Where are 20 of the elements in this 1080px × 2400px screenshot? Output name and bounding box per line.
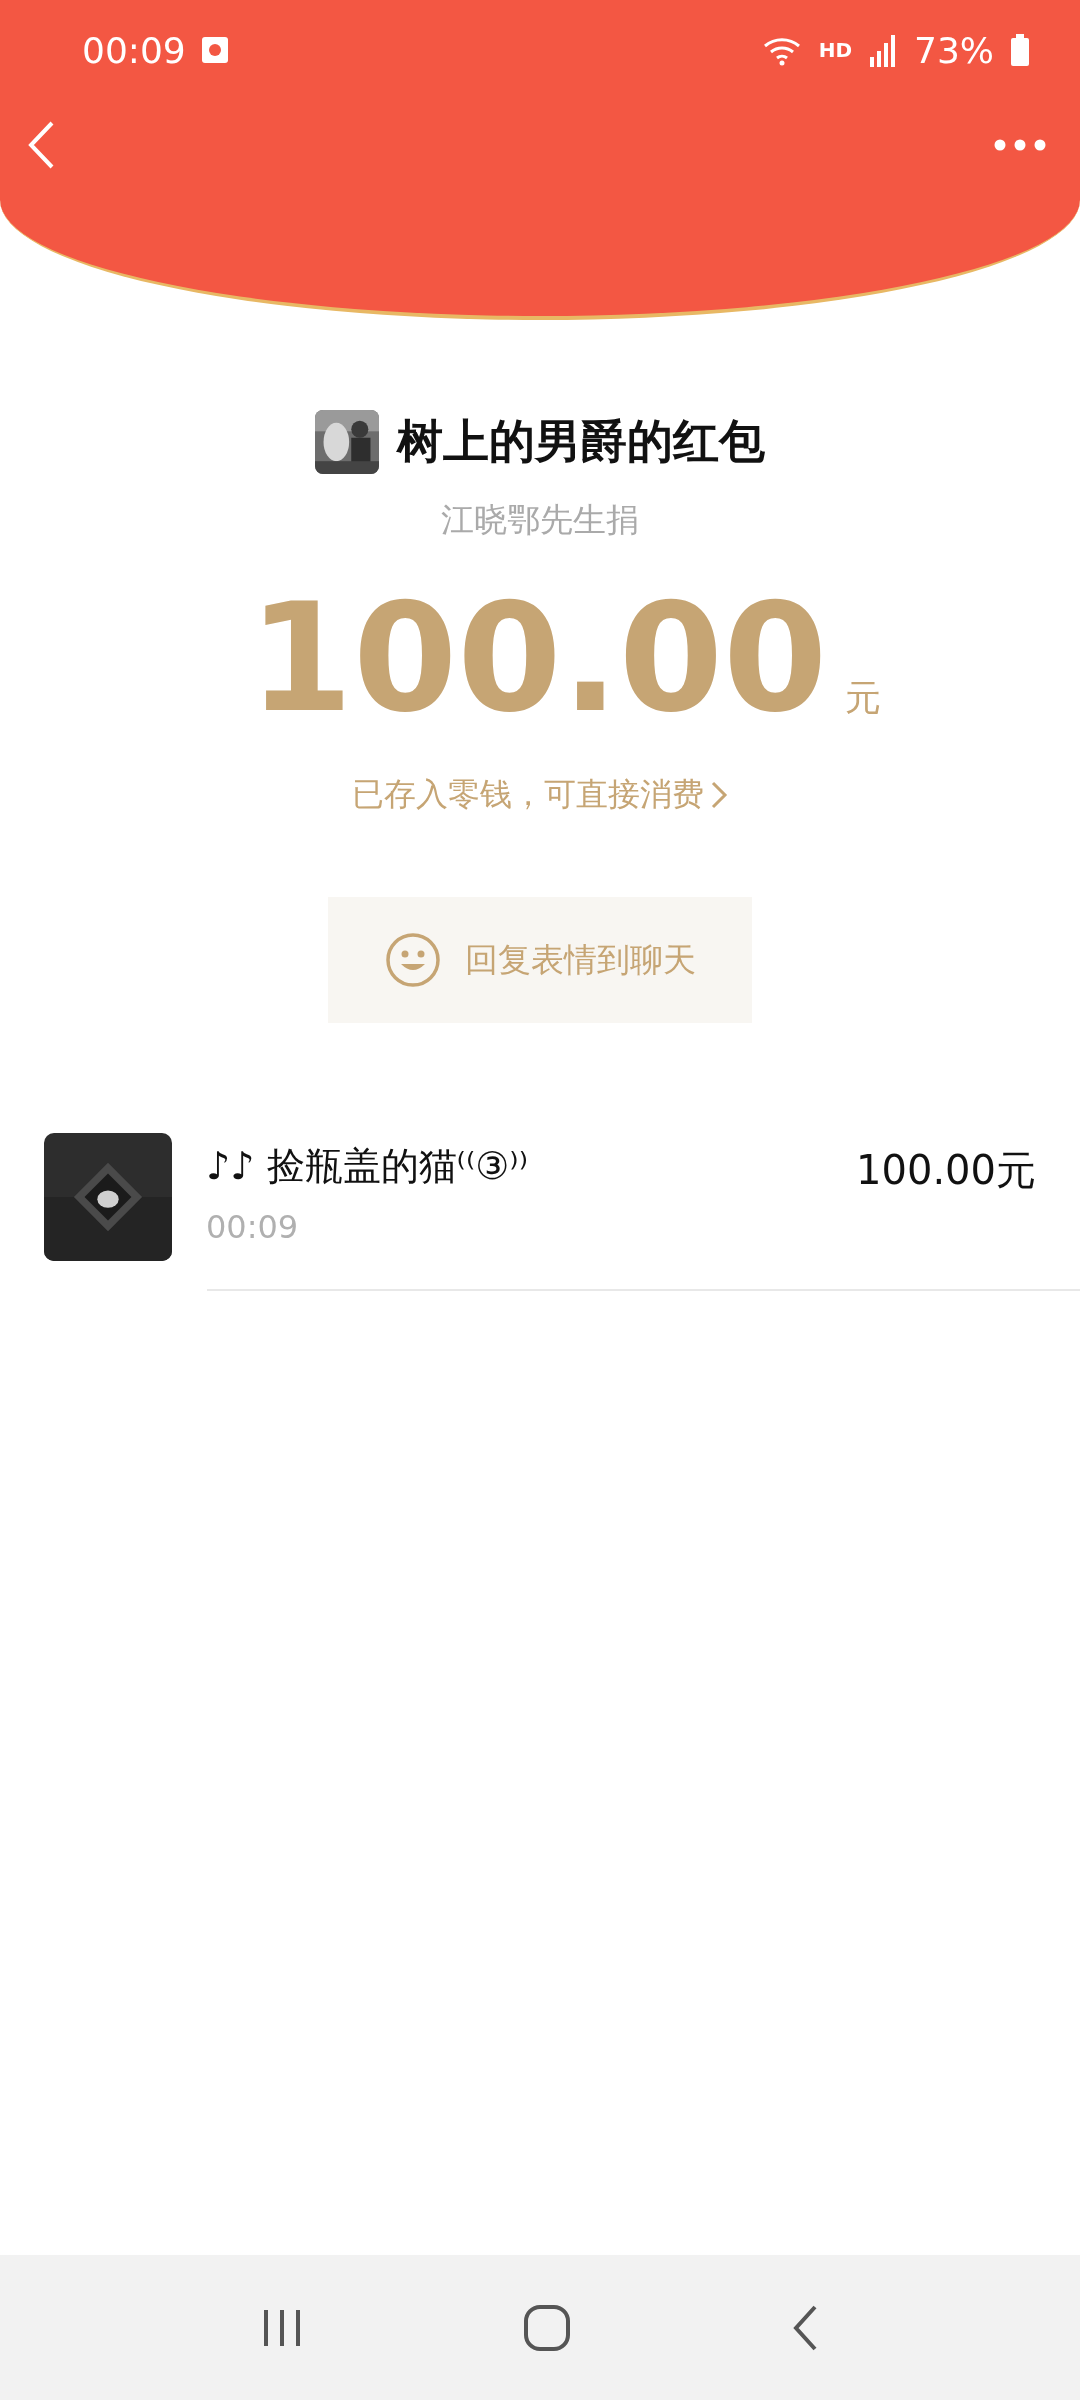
notification-icon [201,37,228,63]
envelope-subtitle: 江晓鄂先生捐 [441,499,639,541]
amount-value: 100.00 [248,583,828,733]
battery-icon [1010,34,1030,66]
receive-time: 00:09 [206,1208,300,1246]
more-icon[interactable] [994,139,1046,151]
back-icon[interactable] [26,120,56,170]
smiley-icon [384,932,441,988]
envelope-title: 树上的男爵的红包 [397,413,765,470]
reply-button[interactable]: 回复表情到聊天 [328,897,752,1023]
recipient-name: ♪♪ 捡瓶盖的猫⁽⁽③⁾⁾ [206,1143,529,1190]
network-label: HD [818,38,852,62]
received-amount: 100.00元 [856,1146,1036,1195]
home-icon[interactable] [523,2303,571,2352]
amount-unit: 元 [845,676,882,720]
status-time: 00:09 [82,29,186,71]
wallet-link[interactable]: 已存入零钱，可直接消费 [352,773,728,817]
signal-icon [868,33,898,67]
battery-level: 73% [914,29,994,71]
chevron-icon [710,780,728,810]
